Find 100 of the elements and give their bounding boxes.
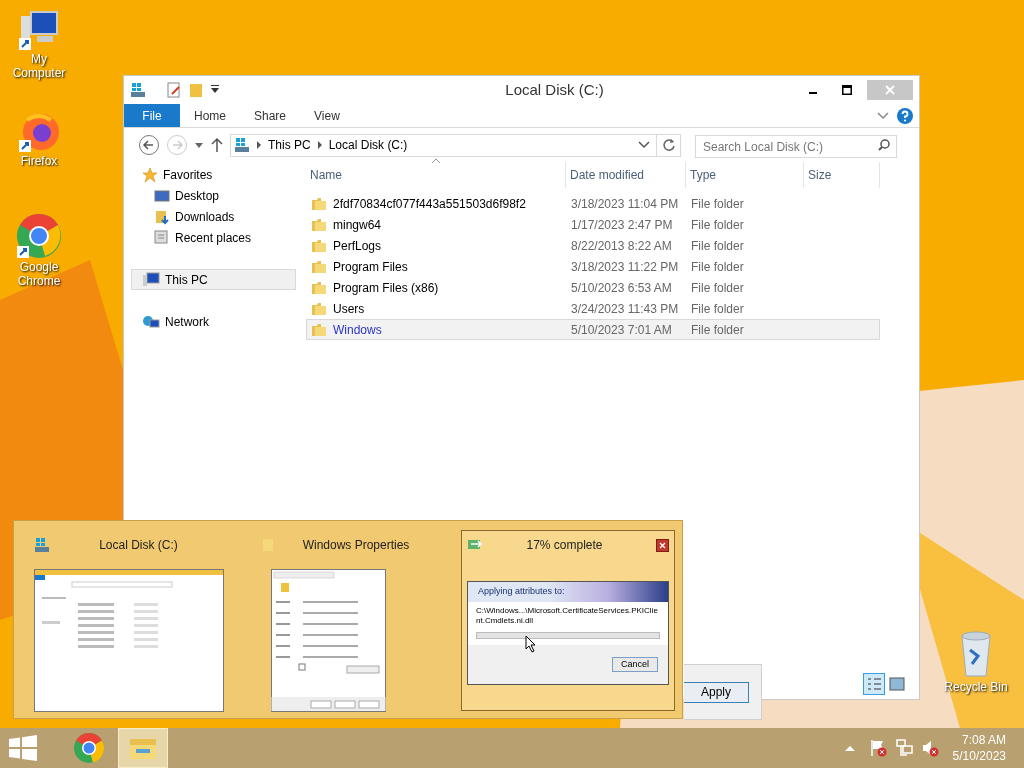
file-type: File folder [691, 322, 744, 337]
taskbar-thumbnail[interactable]: 17% complete Applying attributes to: C:\Windows...\Microsoft.CertificateServices.PKIClient.Cmdlets.ni.dll Cancel [461, 530, 675, 711]
nav-item[interactable]: Downloads [131, 206, 296, 227]
nav-item[interactable]: Recent places [131, 227, 296, 248]
file-path: C:\Windows...\Microsoft.CertificateServices.PKIClient.Cmdlets.ni.dll [476, 606, 659, 626]
search-icon [878, 138, 890, 151]
back-icon [138, 134, 160, 156]
file-name: mingw64 [333, 216, 382, 234]
cancel-button[interactable]: Cancel [612, 657, 658, 672]
address-bar[interactable]: This PC Local Disk (C:) [230, 133, 681, 157]
file-row[interactable]: Program Files 3/18/2023 11:22 PM File folder [306, 256, 880, 277]
nav-item[interactable]: Network [131, 311, 296, 332]
network-icon [142, 313, 160, 330]
file-row[interactable]: Windows 5/10/2023 7:01 AM File folder [306, 319, 880, 340]
file-name: Users [333, 300, 365, 318]
nav-item[interactable]: Desktop [131, 185, 296, 206]
close-icon [885, 85, 895, 95]
minimize-icon [809, 92, 817, 94]
file-name: Program Files [333, 258, 408, 276]
file-row[interactable]: Users 3/24/2023 11:43 PM File folder [306, 298, 880, 319]
star-icon [142, 166, 158, 183]
nav-item[interactable]: This PC [131, 269, 296, 290]
details-view-icon [863, 673, 885, 695]
file-row[interactable]: mingw64 1/17/2023 2:47 PM File folder [306, 214, 880, 235]
file-type: File folder [691, 238, 744, 253]
column-header[interactable]: Date modified [570, 166, 645, 184]
network-icon [894, 739, 913, 757]
taskbar-thumbnail[interactable]: Windows Properties [251, 531, 461, 712]
window-title: Local Disk (C:) [504, 79, 605, 100]
folder-icon [311, 196, 327, 211]
large-icons-view-icon [889, 677, 905, 691]
date-modified: 1/17/2023 2:47 PM [571, 217, 673, 232]
column-header[interactable]: Name [310, 166, 342, 184]
file-name: 2fdf70834cf077f443a551503d6f98f2 [333, 195, 526, 213]
folder-icon [311, 259, 327, 274]
chevron-up-icon [844, 745, 855, 751]
file-row[interactable]: Program Files (x86) 5/10/2023 6:53 AM File folder [306, 277, 880, 298]
caret-icon [210, 85, 220, 95]
new-folder-icon [188, 82, 204, 98]
folder-icon [311, 238, 327, 253]
search-field[interactable]: Search Local Disk (C:) [695, 135, 897, 158]
file-name: PerfLogs [333, 237, 382, 255]
date-modified: 5/10/2023 7:01 AM [571, 322, 672, 337]
nav-item[interactable]: Favorites [131, 164, 296, 185]
folder-icon [311, 301, 327, 316]
column-header[interactable]: Type [690, 166, 716, 184]
ribbon-tab[interactable]: Share [240, 104, 301, 127]
folder-icon [311, 217, 327, 232]
downloads-folder-icon [154, 208, 170, 225]
date-modified: 5/10/2023 6:53 AM [571, 280, 672, 295]
refresh-icon [661, 138, 676, 152]
monitor-icon [154, 188, 170, 203]
date-modified: 3/18/2023 11:04 PM [571, 196, 679, 211]
ribbon-tab[interactable]: Home [180, 104, 240, 127]
speaker-muted-icon [920, 739, 939, 757]
file-name: Program Files (x86) [333, 279, 439, 297]
file-type: File folder [691, 196, 744, 211]
file-type: File folder [691, 280, 744, 295]
apply-button[interactable]: Apply [684, 681, 749, 703]
drive-icon [234, 137, 250, 153]
file-row[interactable]: 2fdf70834cf077f443a551503d6f98f2 3/18/2023 11:04 PM File folder [306, 193, 880, 214]
drive-icon [130, 82, 146, 98]
properties-icon [166, 82, 182, 98]
folder-icon [311, 280, 327, 295]
chrome-icon [73, 732, 105, 764]
file-row[interactable]: PerfLogs 8/22/2013 8:22 AM File folder [306, 235, 880, 256]
up-arrow-icon [210, 137, 224, 153]
ribbon-tab[interactable]: File [124, 104, 180, 127]
computer-icon [142, 271, 160, 288]
windows-logo-icon [8, 735, 38, 761]
chevron-down-icon [638, 141, 650, 149]
thumbnail-title: Local Disk (C:) [98, 537, 179, 554]
close-icon [659, 541, 666, 549]
file-type: File folder [691, 217, 744, 232]
file-type: File folder [691, 301, 744, 316]
thumbnail-title: 17% complete [525, 537, 604, 554]
folder-icon [311, 322, 327, 337]
ribbon-tab[interactable]: View [300, 104, 354, 127]
mouse-pointer-icon [525, 635, 537, 653]
file-type: File folder [691, 259, 744, 274]
forward-icon [166, 134, 188, 156]
caret-icon [194, 140, 204, 150]
breadcrumb-item[interactable]: This PC [268, 136, 311, 154]
computer-icon [17, 8, 61, 52]
chevron-right-icon [316, 141, 323, 149]
date-modified: 3/24/2023 11:43 PM [571, 301, 679, 316]
breadcrumb-item[interactable]: Local Disk (C:) [328, 136, 408, 154]
action-center-flag-icon [868, 739, 887, 757]
date-modified: 3/18/2023 11:22 PM [571, 259, 679, 274]
drive-icon [34, 537, 50, 553]
dialog-heading: Applying attributes to: [478, 585, 565, 599]
file-name: Windows [333, 321, 382, 339]
recent-places-icon [154, 229, 170, 246]
help-icon [897, 107, 913, 124]
chevron-right-icon [256, 141, 262, 149]
chrome-icon [15, 212, 63, 260]
taskbar-thumbnail[interactable]: Local Disk (C:) [14, 531, 251, 712]
close-button[interactable] [656, 538, 669, 552]
maximize-icon [842, 85, 852, 95]
column-header[interactable]: Size [808, 166, 832, 184]
